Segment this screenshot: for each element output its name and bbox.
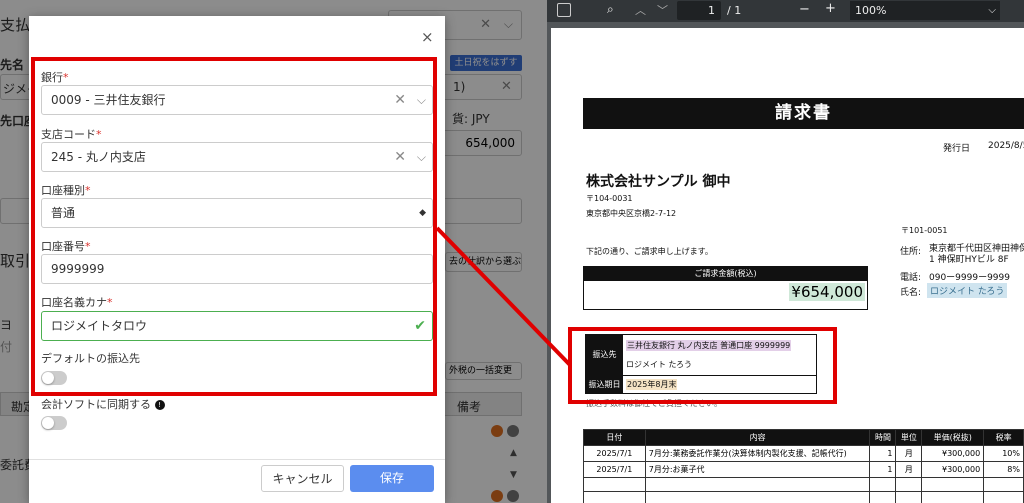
connector-arrow-line xyxy=(435,226,572,367)
connector-line xyxy=(435,226,572,367)
